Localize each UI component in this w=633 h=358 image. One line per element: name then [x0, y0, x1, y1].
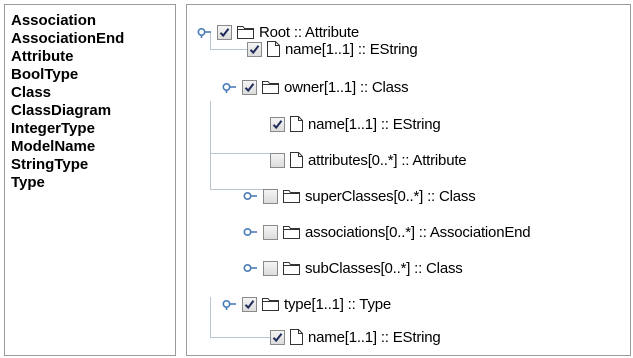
collapsed-toggle-icon[interactable]: [243, 190, 259, 202]
type-list-item-model-name[interactable]: ModelName: [11, 138, 175, 156]
attribute-tree: Root :: Attribute name[1..1] :: EString …: [187, 5, 630, 355]
tree-node-label: name[1..1] :: EString: [308, 115, 441, 133]
expand-toggle-icon[interactable]: [222, 298, 238, 310]
file-icon: [290, 116, 303, 132]
collapsed-toggle-icon[interactable]: [243, 226, 259, 238]
tree-connector-line: [210, 49, 247, 50]
tree-node-type[interactable]: type[1..1] :: Type: [222, 292, 391, 316]
type-list-panel: Association AssociationEnd Attribute Boo…: [4, 4, 176, 356]
checkbox-checked[interactable]: [270, 329, 285, 345]
folder-icon: [283, 261, 300, 275]
tree-node-label: subClasses[0..*] :: Class: [305, 259, 463, 277]
tree-node-label: associations[0..*] :: AssociationEnd: [305, 223, 531, 241]
tree-node-owner-name[interactable]: name[1..1] :: EString: [270, 112, 441, 136]
tree-node-label: name[1..1] :: EString: [285, 40, 418, 58]
tree-node-owner-superclasses[interactable]: superClasses[0..*] :: Class: [243, 184, 476, 208]
collapsed-toggle-icon[interactable]: [243, 262, 259, 274]
file-icon: [267, 41, 280, 57]
expand-toggle-icon[interactable]: [197, 26, 213, 38]
tree-node-label: superClasses[0..*] :: Class: [305, 187, 476, 205]
tree-node-owner-attributes[interactable]: attributes[0..*] :: Attribute: [270, 148, 467, 172]
file-icon: [290, 152, 303, 168]
type-list-item-string-type[interactable]: StringType: [11, 156, 175, 174]
file-icon: [290, 329, 303, 345]
checkbox-unchecked[interactable]: [263, 260, 278, 276]
checkbox-checked[interactable]: [247, 41, 262, 57]
expand-toggle-icon[interactable]: [222, 81, 238, 93]
tree-node-label: type[1..1] :: Type: [284, 295, 392, 313]
type-list-item-type[interactable]: Type: [11, 174, 175, 192]
tree-connector-line: [210, 153, 270, 154]
checkbox-checked[interactable]: [242, 296, 257, 312]
tree-node-type-name[interactable]: name[1..1] :: EString: [270, 325, 441, 349]
type-list-item-association-end[interactable]: AssociationEnd: [11, 30, 175, 48]
tree-node-owner[interactable]: owner[1..1] :: Class: [222, 75, 409, 99]
checkbox-checked[interactable]: [270, 116, 285, 132]
tree-node-root-name[interactable]: name[1..1] :: EString: [247, 37, 418, 61]
type-list-item-class[interactable]: Class: [11, 84, 175, 102]
tree-connector-line: [210, 297, 211, 337]
folder-icon: [262, 80, 279, 94]
tree-node-label: attributes[0..*] :: Attribute: [308, 151, 467, 169]
type-list-item-bool-type[interactable]: BoolType: [11, 66, 175, 84]
checkbox-checked[interactable]: [242, 79, 257, 95]
checkbox-checked[interactable]: [217, 24, 232, 40]
folder-icon: [283, 189, 300, 203]
type-list-item-class-diagram[interactable]: ClassDiagram: [11, 102, 175, 120]
tree-node-owner-subclasses[interactable]: subClasses[0..*] :: Class: [243, 256, 463, 280]
tree-node-label: owner[1..1] :: Class: [284, 78, 409, 96]
tree-node-label: name[1..1] :: EString: [308, 328, 441, 346]
checkbox-unchecked[interactable]: [263, 224, 278, 240]
checkbox-unchecked[interactable]: [263, 188, 278, 204]
tree-connector-line: [210, 101, 211, 189]
attribute-tree-panel: Root :: Attribute name[1..1] :: EString …: [186, 4, 631, 356]
tree-connector-line: [210, 337, 270, 338]
type-list-item-integer-type[interactable]: IntegerType: [11, 120, 175, 138]
type-list-item-attribute[interactable]: Attribute: [11, 48, 175, 66]
type-list: Association AssociationEnd Attribute Boo…: [5, 5, 175, 192]
tree-node-owner-associations[interactable]: associations[0..*] :: AssociationEnd: [243, 220, 531, 244]
type-list-item-association[interactable]: Association: [11, 12, 175, 30]
checkbox-unchecked[interactable]: [270, 152, 285, 168]
folder-icon: [262, 297, 279, 311]
folder-icon: [283, 225, 300, 239]
